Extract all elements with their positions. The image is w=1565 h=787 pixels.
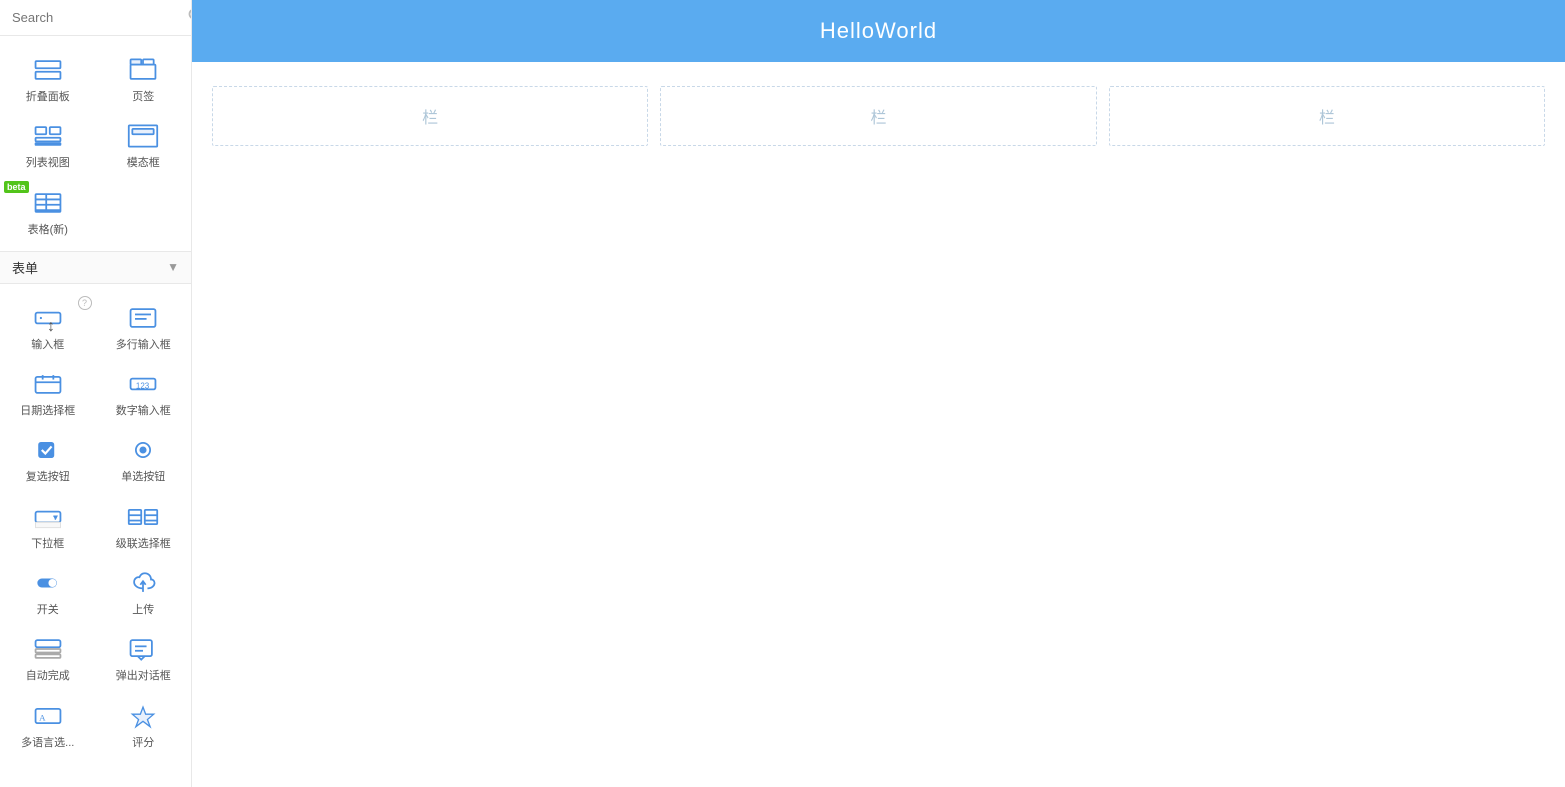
sidebar-item-autocomplete[interactable]: 自动完成 xyxy=(0,623,96,689)
cascader-icon xyxy=(123,501,163,533)
canvas-col-3[interactable]: 栏 xyxy=(1109,86,1545,146)
top-components-section: 折叠面板 页签 xyxy=(0,36,191,251)
number-input-label: 数字输入框 xyxy=(116,404,171,418)
textarea-label: 多行输入框 xyxy=(116,338,171,352)
sidebar-item-number-input[interactable]: 123 数字输入框 xyxy=(96,358,192,424)
beta-badge: beta xyxy=(4,181,29,193)
canvas-col-1[interactable]: 栏 xyxy=(212,86,648,146)
upload-label: 上传 xyxy=(132,603,154,617)
svg-text:123: 123 xyxy=(136,382,150,391)
sidebar-item-cascader[interactable]: 级联选择框 xyxy=(96,491,192,557)
textarea-icon xyxy=(123,302,163,334)
sidebar-item-popup-dialog[interactable]: 弹出对话框 xyxy=(96,623,192,689)
switch-icon xyxy=(28,567,68,599)
switch-label: 开关 xyxy=(37,603,59,617)
sidebar-item-input[interactable]: ? 输入框 ↕ xyxy=(0,292,96,358)
sidebar-item-tabs[interactable]: 页签 xyxy=(96,44,192,110)
rating-icon xyxy=(123,700,163,732)
cascader-label: 级联选择框 xyxy=(116,537,171,551)
sidebar-item-select[interactable]: 下拉框 xyxy=(0,491,96,557)
header-title: HelloWorld xyxy=(820,18,937,43)
modal-icon xyxy=(123,120,163,152)
canvas-col-label-3: 栏 xyxy=(1319,104,1335,128)
radio-icon xyxy=(123,434,163,466)
table-new-label: 表格(新) xyxy=(28,223,68,237)
multilang-icon: A xyxy=(28,700,68,732)
canvas-col-label-1: 栏 xyxy=(422,104,438,128)
sidebar-item-upload[interactable]: 上传 xyxy=(96,557,192,623)
canvas[interactable]: 栏 栏 栏 xyxy=(192,62,1565,787)
section-form-label: 表单 xyxy=(12,258,38,277)
upload-icon xyxy=(123,567,163,599)
canvas-col-2[interactable]: 栏 xyxy=(660,86,1096,146)
tabs-label: 页签 xyxy=(132,90,154,104)
main-area: HelloWorld 栏 栏 栏 xyxy=(192,0,1565,787)
canvas-row: 栏 栏 栏 xyxy=(212,86,1545,146)
form-components-grid: ? 输入框 ↕ xyxy=(0,292,191,756)
date-picker-label: 日期选择框 xyxy=(20,404,75,418)
sidebar-item-list-view[interactable]: 列表视图 xyxy=(0,110,96,176)
sidebar-item-textarea[interactable]: 多行输入框 xyxy=(96,292,192,358)
sidebar-item-checkbox[interactable]: 复选按钮 xyxy=(0,424,96,490)
popup-dialog-label: 弹出对话框 xyxy=(116,669,171,683)
checkbox-label: 复选按钮 xyxy=(26,470,70,484)
radio-label: 单选按钮 xyxy=(121,470,165,484)
autocomplete-icon xyxy=(28,633,68,665)
table-new-icon xyxy=(28,187,68,219)
select-icon xyxy=(28,501,68,533)
list-view-label: 列表视图 xyxy=(26,156,70,170)
modal-label: 模态框 xyxy=(127,156,160,170)
select-label: 下拉框 xyxy=(31,537,64,551)
tabs-icon xyxy=(123,54,163,86)
sidebar-item-modal[interactable]: 模态框 xyxy=(96,110,192,176)
header-banner: HelloWorld xyxy=(192,0,1565,62)
multilang-label: 多语言选... xyxy=(21,736,74,750)
autocomplete-label: 自动完成 xyxy=(26,669,70,683)
svg-text:A: A xyxy=(39,712,46,722)
collapse-panel-label: 折叠面板 xyxy=(26,90,70,104)
input-icon xyxy=(28,302,68,334)
sidebar-item-rating[interactable]: 评分 xyxy=(96,690,192,756)
top-components-grid: 折叠面板 页签 xyxy=(0,44,191,243)
collapse-panel-icon xyxy=(28,54,68,86)
sidebar-item-table-new[interactable]: beta 表格(新) xyxy=(0,177,96,243)
input-label: 输入框 xyxy=(31,338,64,352)
section-form-arrow-icon: ▼ xyxy=(167,260,179,274)
canvas-col-label-2: 栏 xyxy=(870,104,886,128)
search-input[interactable] xyxy=(12,10,188,25)
number-input-icon: 123 xyxy=(123,368,163,400)
date-picker-icon xyxy=(28,368,68,400)
popup-dialog-icon xyxy=(123,633,163,665)
list-view-icon xyxy=(28,120,68,152)
form-components-section: ? 输入框 ↕ xyxy=(0,284,191,764)
sidebar-item-collapse-panel[interactable]: 折叠面板 xyxy=(0,44,96,110)
help-icon-input[interactable]: ? xyxy=(78,296,92,310)
sidebar-item-switch[interactable]: 开关 xyxy=(0,557,96,623)
checkbox-icon xyxy=(28,434,68,466)
sidebar-item-multilang[interactable]: A 多语言选... xyxy=(0,690,96,756)
search-bar xyxy=(0,0,191,36)
sidebar-item-date-picker[interactable]: 日期选择框 xyxy=(0,358,96,424)
sidebar-item-radio[interactable]: 单选按钮 xyxy=(96,424,192,490)
section-header-form[interactable]: 表单 ▼ xyxy=(0,251,191,284)
sidebar: 折叠面板 页签 xyxy=(0,0,192,787)
rating-label: 评分 xyxy=(132,736,154,750)
